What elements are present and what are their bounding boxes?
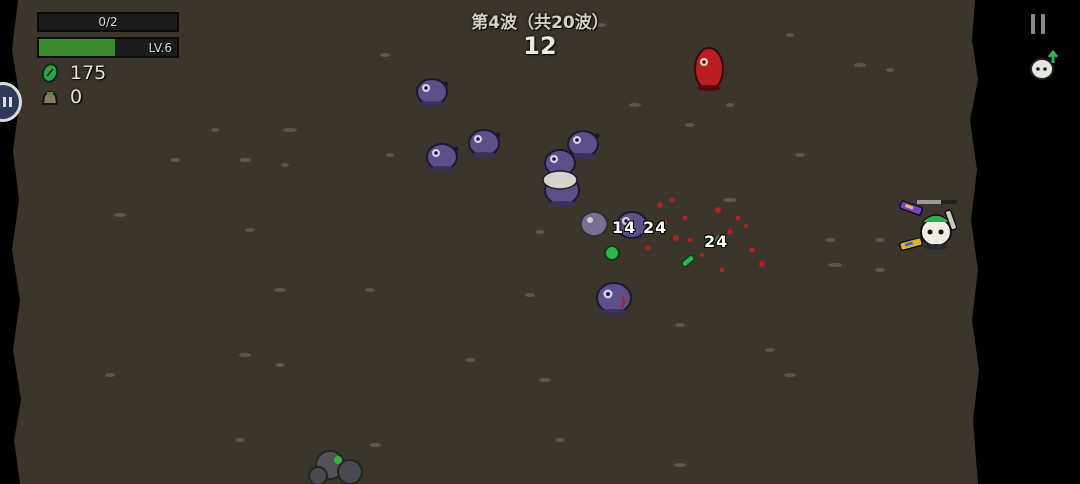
materials-count: 175 — [70, 62, 107, 84]
bag-icon — [41, 91, 59, 105]
game-screen: 14 24 24 0/2 LV.6 175 0 第4波（共20波） 12 — [0, 0, 1080, 484]
bag-counter: 0 — [40, 86, 82, 108]
level-up-indicator[interactable] — [1027, 49, 1061, 82]
enemy-alien-ghost — [580, 211, 608, 237]
wave-timer: 12 — [523, 32, 557, 60]
wave-title: 第4波（共20波） — [471, 13, 609, 33]
damage-number: 14 — [612, 218, 637, 237]
enemy-alien — [416, 78, 449, 107]
damage-number: 24 — [643, 218, 668, 237]
enemy-alien — [468, 129, 501, 158]
joystick-toggle-icon — [3, 97, 12, 107]
pause-button[interactable] — [1025, 10, 1051, 38]
material-icon — [41, 63, 59, 83]
damage-number: 24 — [704, 232, 729, 251]
pause-icon — [1031, 14, 1045, 34]
arena-ground — [12, 0, 979, 484]
enemy-alien — [596, 282, 632, 315]
material-drop — [604, 245, 620, 261]
enemy-alien — [426, 143, 459, 172]
bag-count: 0 — [70, 86, 83, 108]
materials-counter: 175 — [40, 62, 106, 84]
level-up-icon — [1030, 49, 1059, 80]
arena — [12, 0, 979, 484]
